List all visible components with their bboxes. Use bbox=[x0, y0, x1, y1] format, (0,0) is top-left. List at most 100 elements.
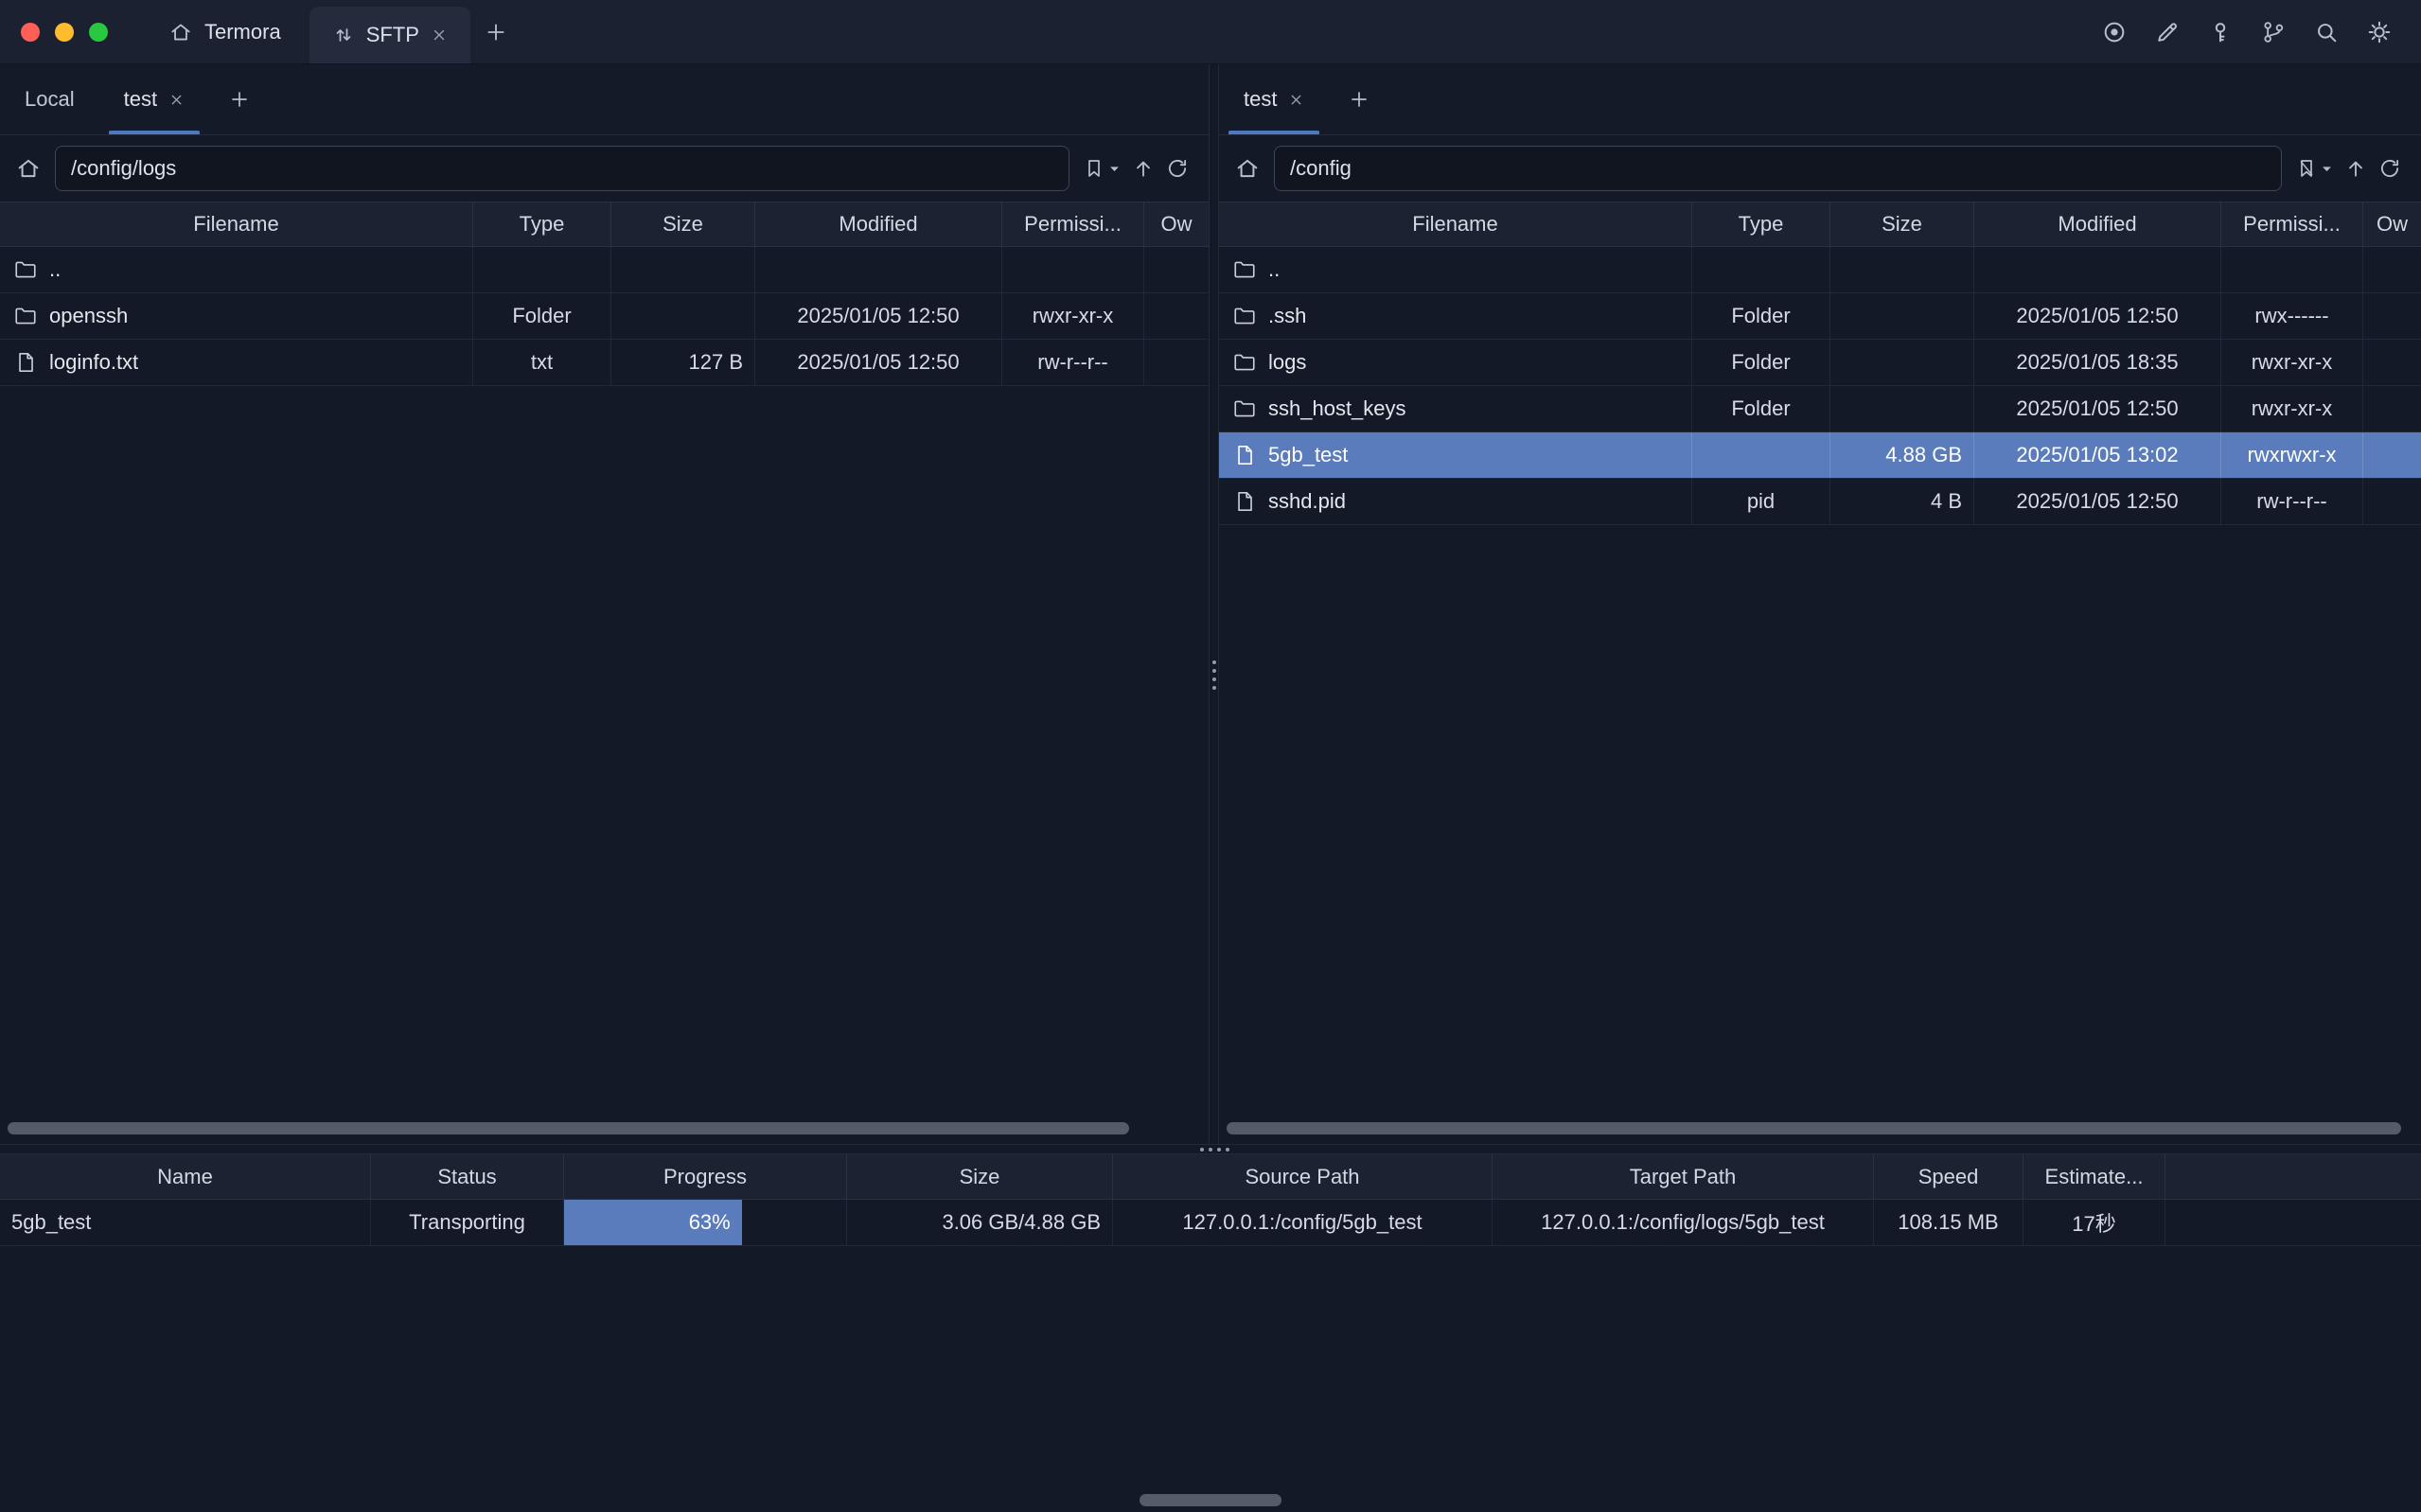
column-header[interactable]: Modified bbox=[1974, 202, 2221, 246]
path-actions bbox=[1083, 156, 1190, 181]
column-header[interactable]: Ow bbox=[2363, 202, 2421, 246]
vertical-splitter[interactable] bbox=[1209, 64, 1219, 1144]
horizontal-scrollbar bbox=[1227, 1122, 2413, 1134]
column-header[interactable]: Modified bbox=[755, 202, 1002, 246]
file-row[interactable]: .. bbox=[1219, 247, 2421, 293]
pane-tab-test[interactable]: test bbox=[1219, 64, 1329, 134]
add-pane-tab-button[interactable] bbox=[1329, 64, 1389, 134]
column-header[interactable]: Permissi... bbox=[1002, 202, 1144, 246]
column-header[interactable]: Permissi... bbox=[2221, 202, 2363, 246]
pane-tab-local[interactable]: Local bbox=[0, 64, 99, 134]
close-icon[interactable] bbox=[1288, 92, 1304, 108]
permissions-cell bbox=[2221, 247, 2363, 292]
path-input[interactable] bbox=[1274, 146, 2282, 191]
bookmark-dropdown-button[interactable] bbox=[2320, 162, 2334, 176]
column-header[interactable]: Size bbox=[1830, 202, 1974, 246]
owner-cell bbox=[2363, 340, 2421, 385]
add-pane-tab-button[interactable] bbox=[209, 64, 270, 134]
close-icon[interactable] bbox=[431, 26, 448, 44]
column-header[interactable]: Filename bbox=[1219, 202, 1692, 246]
file-row[interactable]: 5gb_test4.88 GB2025/01/05 13:02rwxrwxr-x bbox=[1219, 432, 2421, 479]
add-tab-button[interactable] bbox=[470, 0, 521, 63]
bookmark-button[interactable] bbox=[1083, 157, 1105, 180]
horizontal-splitter[interactable] bbox=[0, 1144, 2421, 1154]
type-cell: pid bbox=[1692, 479, 1830, 524]
column-header[interactable] bbox=[2165, 1154, 2421, 1199]
refresh-icon bbox=[2377, 156, 2402, 181]
column-header[interactable]: Size bbox=[611, 202, 755, 246]
home-button[interactable] bbox=[1234, 155, 1261, 182]
size-cell bbox=[611, 293, 755, 339]
search-icon bbox=[2313, 19, 2340, 45]
modified-cell: 2025/01/05 13:02 bbox=[1974, 432, 2221, 478]
parent-directory-button[interactable] bbox=[2343, 156, 2368, 181]
modified-cell bbox=[1974, 247, 2221, 292]
transfer-row[interactable]: 5gb_testTransporting63%3.06 GB/4.88 GB12… bbox=[0, 1200, 2421, 1246]
file-table-body: ...sshFolder2025/01/05 12:50rwx------log… bbox=[1219, 247, 2421, 525]
key-icon bbox=[2207, 19, 2234, 45]
transfer-scrollbar-thumb[interactable] bbox=[1140, 1494, 1281, 1506]
permissions-cell: rwxr-xr-x bbox=[2221, 340, 2363, 385]
column-header[interactable]: Status bbox=[371, 1154, 564, 1199]
column-header[interactable]: Progress bbox=[564, 1154, 847, 1199]
zoom-window-button[interactable] bbox=[89, 23, 108, 42]
file-row[interactable]: ssh_host_keysFolder2025/01/05 12:50rwxr-… bbox=[1219, 386, 2421, 432]
file-table-header: FilenameTypeSizeModifiedPermissi...Ow bbox=[0, 202, 1209, 247]
search-button[interactable] bbox=[2313, 19, 2340, 45]
column-header[interactable]: Ow bbox=[1144, 202, 1209, 246]
folder-icon bbox=[1232, 304, 1257, 328]
file-row[interactable]: sshd.pidpid4 B2025/01/05 12:50rw-r--r-- bbox=[1219, 479, 2421, 525]
close-icon[interactable] bbox=[168, 92, 185, 108]
file-row[interactable]: loginfo.txttxt127 B2025/01/05 12:50rw-r-… bbox=[0, 340, 1209, 386]
column-header[interactable]: Type bbox=[1692, 202, 1830, 246]
column-header[interactable]: Size bbox=[847, 1154, 1113, 1199]
tab-termora[interactable]: Termora bbox=[140, 0, 309, 63]
transfer-progress-cell: 63% bbox=[564, 1200, 847, 1245]
column-header[interactable]: Speed bbox=[1874, 1154, 2023, 1199]
column-header[interactable]: Source Path bbox=[1113, 1154, 1493, 1199]
branch-button[interactable] bbox=[2260, 19, 2287, 45]
minimize-window-button[interactable] bbox=[55, 23, 74, 42]
column-header[interactable]: Name bbox=[0, 1154, 371, 1199]
bookmark-icon bbox=[1083, 157, 1105, 180]
caret-down-icon bbox=[1107, 162, 1122, 176]
type-cell: Folder bbox=[1692, 340, 1830, 385]
filename-cell: .. bbox=[1219, 247, 1692, 292]
splitter-grip-icon bbox=[1209, 1148, 1212, 1152]
scrollbar-thumb[interactable] bbox=[1227, 1122, 2401, 1134]
target-path-cell: 127.0.0.1:/config/logs/5gb_test bbox=[1493, 1200, 1874, 1245]
scrollbar-thumb[interactable] bbox=[8, 1122, 1129, 1134]
transfer-name-cell: 5gb_test bbox=[0, 1200, 371, 1245]
column-header[interactable]: Target Path bbox=[1493, 1154, 1874, 1199]
file-row[interactable]: opensshFolder2025/01/05 12:50rwxr-xr-x bbox=[0, 293, 1209, 340]
titlebar-actions bbox=[2101, 19, 2421, 45]
parent-directory-button[interactable] bbox=[1131, 156, 1156, 181]
path-input[interactable] bbox=[55, 146, 1069, 191]
column-header[interactable]: Filename bbox=[0, 202, 473, 246]
file-row[interactable]: .sshFolder2025/01/05 12:50rwx------ bbox=[1219, 293, 2421, 340]
home-icon bbox=[15, 155, 42, 182]
filename-label: .. bbox=[49, 257, 61, 282]
filename-cell: .. bbox=[0, 247, 473, 292]
record-button[interactable] bbox=[2101, 19, 2128, 45]
bookmark-button[interactable] bbox=[2295, 157, 2318, 180]
file-row[interactable]: logsFolder2025/01/05 18:35rwxr-xr-x bbox=[1219, 340, 2421, 386]
key-button[interactable] bbox=[2207, 19, 2234, 45]
owner-cell bbox=[1144, 247, 1209, 292]
branch-icon bbox=[2260, 19, 2287, 45]
tab-sftp[interactable]: SFTP bbox=[309, 7, 470, 63]
pane-tab-test[interactable]: test bbox=[99, 64, 209, 134]
modified-cell: 2025/01/05 12:50 bbox=[1974, 386, 2221, 431]
bookmark-dropdown-button[interactable] bbox=[1107, 162, 1122, 176]
close-window-button[interactable] bbox=[21, 23, 40, 42]
edit-button[interactable] bbox=[2154, 19, 2181, 45]
refresh-button[interactable] bbox=[2377, 156, 2402, 181]
settings-button[interactable] bbox=[2366, 19, 2393, 45]
refresh-button[interactable] bbox=[1165, 156, 1190, 181]
file-row[interactable]: .. bbox=[0, 247, 1209, 293]
home-button[interactable] bbox=[15, 155, 42, 182]
column-header[interactable]: Estimate... bbox=[2023, 1154, 2165, 1199]
column-header[interactable]: Type bbox=[473, 202, 611, 246]
record-icon bbox=[2101, 19, 2128, 45]
type-cell: Folder bbox=[473, 293, 611, 339]
